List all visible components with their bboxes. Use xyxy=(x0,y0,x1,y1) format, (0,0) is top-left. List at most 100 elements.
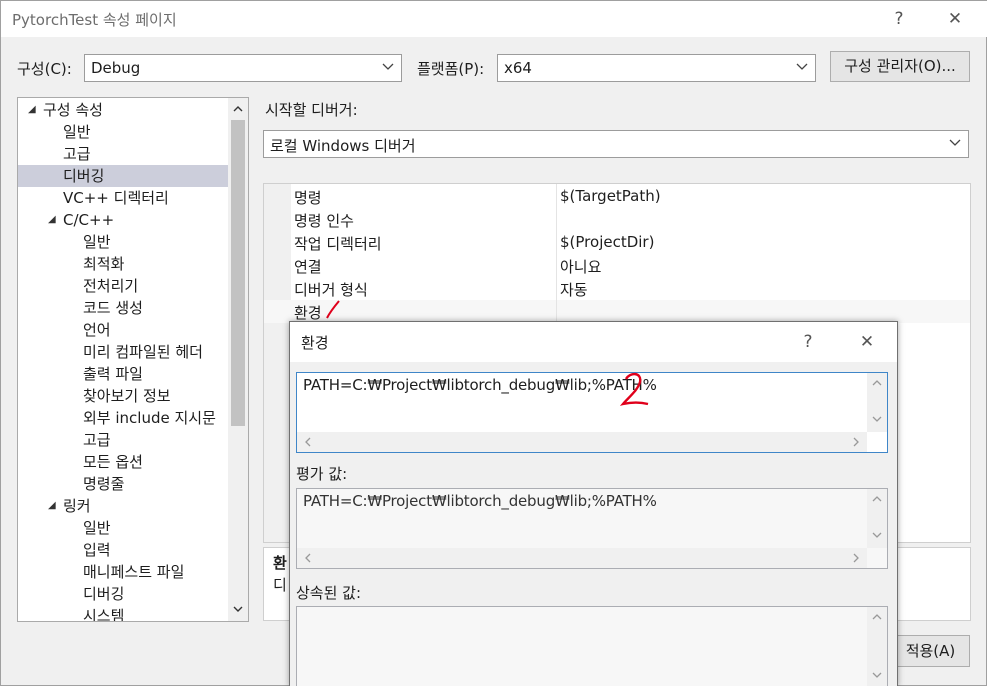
tree-item[interactable]: 고급 xyxy=(18,429,228,451)
inherited-vscroll[interactable] xyxy=(867,607,887,686)
expand-triangle-icon[interactable]: ◢ xyxy=(28,99,36,121)
scroll-up-icon[interactable] xyxy=(232,103,244,115)
tree-item-label: 매니페스트 파일 xyxy=(83,563,185,581)
config-dropdown[interactable]: Debug xyxy=(84,54,402,82)
scroll-up-icon[interactable] xyxy=(871,611,883,623)
tree-item[interactable]: 모든 옵션 xyxy=(18,451,228,473)
config-manager-button[interactable]: 구성 관리자(O)... xyxy=(830,51,970,82)
tree-item-label: 디버깅 xyxy=(83,585,125,603)
tree-item[interactable]: VC++ 디렉터리 xyxy=(18,187,228,209)
tree-item-label: 전처리기 xyxy=(83,277,139,295)
environment-vscroll[interactable] xyxy=(867,373,887,432)
tree-item[interactable]: 전처리기 xyxy=(18,275,228,297)
chevron-down-icon xyxy=(796,63,808,70)
tree-item[interactable]: 명령줄 xyxy=(18,473,228,495)
tree-item[interactable]: 출력 파일 xyxy=(18,363,228,385)
tree-item[interactable]: 최적화 xyxy=(18,253,228,275)
property-row[interactable]: 디버거 형식 자동 xyxy=(264,277,970,300)
property-name: 디버거 형식 xyxy=(294,281,368,299)
property-row[interactable]: 작업 디렉터리 $(ProjectDir) xyxy=(264,231,970,254)
property-name: 작업 디렉터리 xyxy=(294,235,382,253)
tree-item[interactable]: 일반 xyxy=(18,231,228,253)
tree-item-label: 일반 xyxy=(63,123,91,141)
tree-item-label: 출력 파일 xyxy=(83,365,143,383)
scroll-down-icon[interactable] xyxy=(871,669,883,681)
tree-item-label: 외부 include 지시문 xyxy=(83,409,216,427)
tree-item[interactable]: 입력 xyxy=(18,539,228,561)
tree-item-label: 모든 옵션 xyxy=(83,453,143,471)
scroll-up-icon[interactable] xyxy=(871,377,883,389)
tree-item[interactable]: 찾아보기 정보 xyxy=(18,385,228,407)
tree-item-label: 언어 xyxy=(83,321,111,339)
tree-item-label: 미리 컴파일된 헤더 xyxy=(83,343,203,361)
scroll-right-icon[interactable] xyxy=(850,552,862,564)
property-row[interactable]: 환경 xyxy=(264,300,970,323)
property-value[interactable]: 자동 xyxy=(560,279,588,300)
tree-item[interactable]: ◢ 구성 속성 xyxy=(18,99,228,121)
property-value[interactable]: $(ProjectDir) xyxy=(560,233,654,251)
tree-item-label: VC++ 디렉터리 xyxy=(63,189,169,207)
tree-item-label: 찾아보기 정보 xyxy=(83,387,171,405)
scroll-down-icon[interactable] xyxy=(232,603,244,615)
expand-triangle-icon[interactable]: ◢ xyxy=(48,209,56,231)
scroll-right-icon[interactable] xyxy=(850,436,862,448)
tree-item-label: 코드 생성 xyxy=(83,299,143,317)
scroll-left-icon[interactable] xyxy=(302,552,314,564)
tree-item[interactable]: 일반 xyxy=(18,517,228,539)
annotation-mark-2 xyxy=(620,372,649,406)
tree-item[interactable]: 디버깅 xyxy=(18,583,228,605)
platform-label: 플랫폼(P): xyxy=(417,60,485,78)
tree-item[interactable]: 매니페스트 파일 xyxy=(18,561,228,583)
tree-scroll-thumb[interactable] xyxy=(231,120,245,426)
tree-item[interactable]: ◢ 링커 xyxy=(18,495,228,517)
debugger-dropdown[interactable]: 로컬 Windows 디버거 xyxy=(263,130,969,158)
tree-item-label: 디버깅 xyxy=(63,167,105,185)
tree-item[interactable]: 디버깅 xyxy=(18,165,228,187)
expand-triangle-icon[interactable]: ◢ xyxy=(48,495,56,517)
property-row[interactable]: 명령 $(TargetPath) xyxy=(264,185,970,208)
environment-value[interactable]: PATH=C:₩Project₩libtorch_debug₩lib;%PATH… xyxy=(303,376,657,394)
tree-item[interactable]: 언어 xyxy=(18,319,228,341)
property-tree[interactable]: ◢ 구성 속성 일반 고급 디버깅 VC++ 디렉터리 ◢ C/C++ 일반 최적화 전처리기 코드 … xyxy=(17,97,249,622)
tree-item[interactable]: 미리 컴파일된 헤더 xyxy=(18,341,228,363)
environment-dialog: 환경 ? ✕ PATH=C:₩Project₩libtorch_debug₩li… xyxy=(289,321,898,686)
dialog-title-bar: 환경 ? ✕ xyxy=(290,322,897,362)
tree-item[interactable]: 외부 include 지시문 xyxy=(18,407,228,429)
environment-input[interactable]: PATH=C:₩Project₩libtorch_debug₩lib;%PATH… xyxy=(296,372,888,453)
apply-button[interactable]: 적용(A) xyxy=(891,635,970,667)
window-title: PytorchTest 속성 페이지 xyxy=(12,11,177,29)
property-row[interactable]: 명령 인수 xyxy=(264,208,970,231)
tree-item[interactable]: 코드 생성 xyxy=(18,297,228,319)
tree-item[interactable]: ◢ C/C++ xyxy=(18,209,228,231)
scroll-down-icon[interactable] xyxy=(871,413,883,425)
help-button[interactable]: ? xyxy=(879,3,919,35)
scroll-down-icon[interactable] xyxy=(871,529,883,541)
tree-item[interactable]: 일반 xyxy=(18,121,228,143)
inherited-value-box[interactable] xyxy=(296,606,888,686)
property-name: 명령 xyxy=(294,189,322,207)
platform-dropdown[interactable]: x64 xyxy=(497,54,816,82)
dialog-close-button[interactable]: ✕ xyxy=(847,326,887,358)
tree-item-label: 최적화 xyxy=(83,255,125,273)
tree-item-label: 명령줄 xyxy=(83,475,125,493)
tree-item-label: 고급 xyxy=(83,431,111,449)
environment-hscroll[interactable] xyxy=(297,432,867,452)
tree-scrollbar[interactable] xyxy=(228,98,248,621)
description-title: 환 xyxy=(273,554,287,572)
tree-item[interactable]: 고급 xyxy=(18,143,228,165)
property-value[interactable]: $(TargetPath) xyxy=(560,187,661,205)
scroll-up-icon[interactable] xyxy=(871,493,883,505)
tree-item-label: 시스템 xyxy=(83,607,125,622)
property-row[interactable]: 연결 아니요 xyxy=(264,254,970,277)
debugger-value: 로컬 Windows 디버거 xyxy=(270,137,416,155)
evaluated-value-box[interactable]: PATH=C:₩Project₩libtorch_debug₩lib;%PATH… xyxy=(296,488,888,569)
close-button[interactable]: ✕ xyxy=(935,3,975,35)
dialog-help-button[interactable]: ? xyxy=(788,326,828,358)
evaluated-hscroll[interactable] xyxy=(297,548,867,568)
tree-item-label: 입력 xyxy=(83,541,111,559)
scroll-left-icon[interactable] xyxy=(302,436,314,448)
property-value[interactable]: 아니요 xyxy=(560,256,601,277)
tree-item-label: 일반 xyxy=(83,519,111,537)
evaluated-vscroll[interactable] xyxy=(867,489,887,548)
tree-item[interactable]: 시스템 xyxy=(18,605,228,622)
